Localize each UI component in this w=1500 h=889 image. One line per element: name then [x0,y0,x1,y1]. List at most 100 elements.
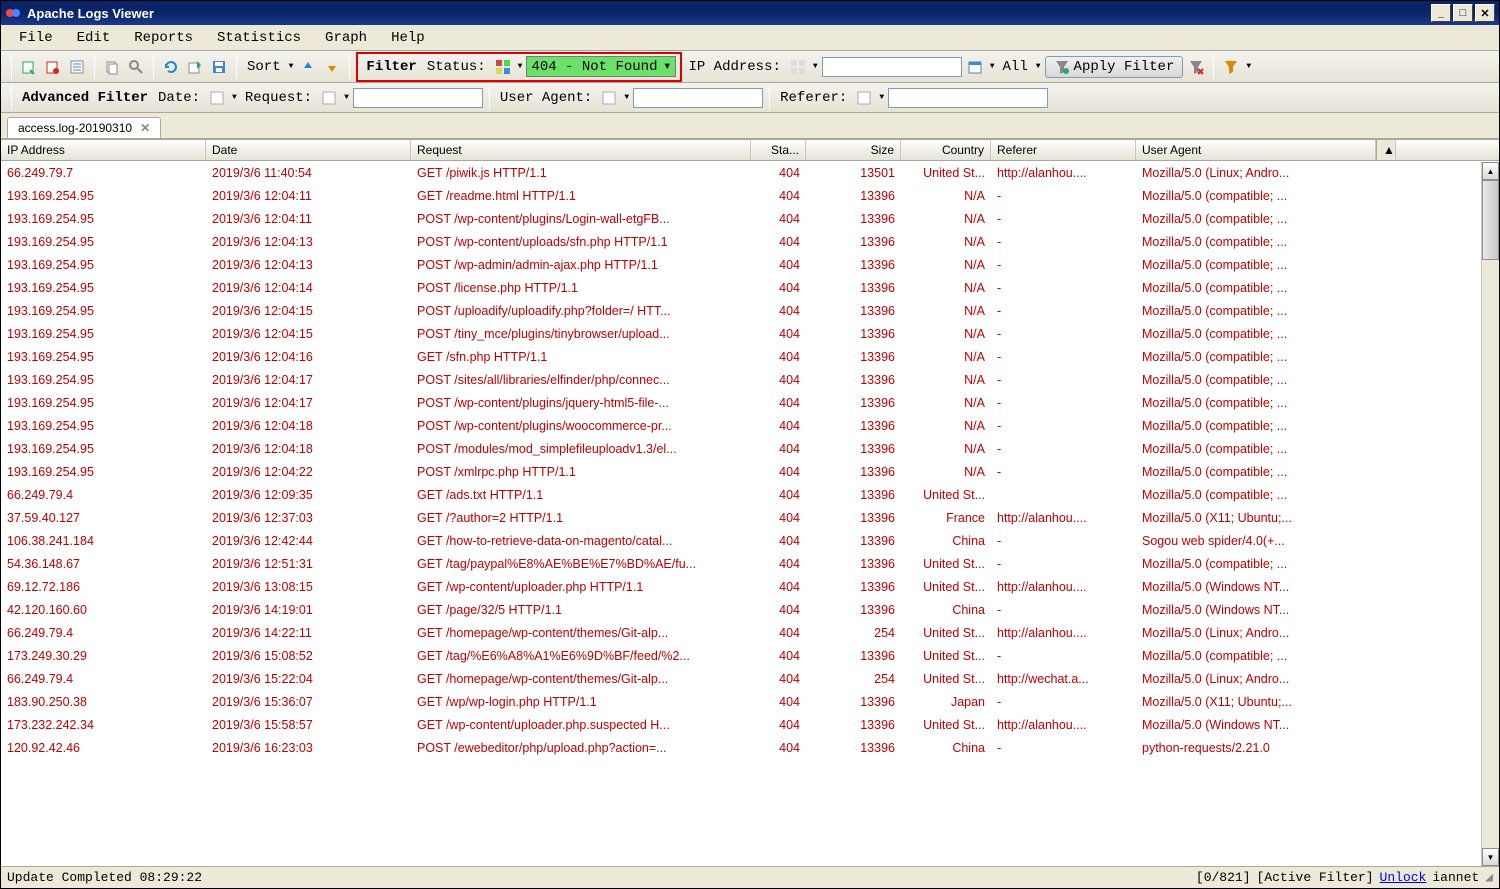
ip-color-dropdown[interactable]: ▼ [811,62,820,71]
resize-grip-icon[interactable]: ◢ [1485,870,1493,885]
table-row[interactable]: 193.169.254.952019/3/6 12:04:14POST /lic… [1,276,1499,299]
table-row[interactable]: 193.169.254.952019/3/6 12:04:18POST /mod… [1,437,1499,460]
col-header-country[interactable]: Country [901,140,991,160]
refresh-icon[interactable] [160,56,182,78]
menu-help[interactable]: Help [381,28,435,48]
col-header-referer[interactable]: Referer [991,140,1136,160]
tab-close-icon[interactable]: ✕ [140,121,150,135]
cell-ip: 66.249.79.4 [1,624,206,642]
table-row[interactable]: 193.169.254.952019/3/6 12:04:16GET /sfn.… [1,345,1499,368]
table-row[interactable]: 37.59.40.1272019/3/6 12:37:03GET /?autho… [1,506,1499,529]
af-ua-dropdown[interactable]: ▼ [622,93,631,102]
cell-country: China [901,601,991,619]
col-header-date[interactable]: Date [206,140,411,160]
table-row[interactable]: 193.169.254.952019/3/6 12:04:17POST /wp-… [1,391,1499,414]
ip-filter-input[interactable] [822,57,962,77]
af-date-icon[interactable] [206,87,228,109]
cell-ip: 193.169.254.95 [1,371,206,389]
table-row[interactable]: 66.249.79.72019/3/6 11:40:54GET /piwik.j… [1,161,1499,184]
menu-file[interactable]: File [9,28,63,48]
cell-country: N/A [901,463,991,481]
af-request-dropdown[interactable]: ▼ [342,93,351,102]
af-ua-input[interactable] [633,88,763,108]
tab-access-log[interactable]: access.log-20190310 ✕ [7,117,161,138]
table-row[interactable]: 106.38.241.1842019/3/6 12:42:44GET /how-… [1,529,1499,552]
scroll-down-button[interactable]: ▼ [1482,848,1499,866]
col-header-size[interactable]: Size [806,140,901,160]
status-color-icon[interactable] [492,56,514,78]
table-row[interactable]: 193.169.254.952019/3/6 12:04:11GET /read… [1,184,1499,207]
date-picker-icon[interactable] [964,56,986,78]
col-header-ip[interactable]: IP Address [1,140,206,160]
table-row[interactable]: 193.169.254.952019/3/6 12:04:15POST /tin… [1,322,1499,345]
sort-desc-icon[interactable] [321,56,343,78]
cell-country: N/A [901,210,991,228]
cell-useragent: Mozilla/5.0 (compatible; ... [1136,486,1376,504]
af-ua-icon[interactable] [598,87,620,109]
sort-dropdown[interactable]: ▼ [287,62,296,71]
table-row[interactable]: 193.169.254.952019/3/6 12:04:11POST /wp-… [1,207,1499,230]
open-log-icon[interactable] [18,56,40,78]
funnel-icon[interactable] [1220,56,1242,78]
table-row[interactable]: 173.249.30.292019/3/6 15:08:52GET /tag/%… [1,644,1499,667]
maximize-button[interactable]: □ [1453,4,1473,22]
table-row[interactable]: 193.169.254.952019/3/6 12:04:17POST /sit… [1,368,1499,391]
table-row[interactable]: 193.169.254.952019/3/6 12:04:22POST /xml… [1,460,1499,483]
list-icon[interactable] [66,56,88,78]
all-dropdown[interactable]: ▼ [1034,62,1043,71]
menu-reports[interactable]: Reports [124,28,203,48]
sort-asc-icon[interactable] [297,56,319,78]
af-referer-input[interactable] [888,88,1048,108]
funnel-dropdown[interactable]: ▼ [1244,62,1253,71]
col-header-status[interactable]: Sta... [751,140,806,160]
status-select[interactable]: 404 - Not Found ▾ [526,56,676,77]
close-button[interactable]: ✕ [1475,4,1495,22]
table-row[interactable]: 66.249.79.42019/3/6 12:09:35GET /ads.txt… [1,483,1499,506]
af-request-input[interactable] [353,88,483,108]
scroll-corner: ▲ [1376,140,1396,160]
cell-date: 2019/3/6 12:04:15 [206,302,411,320]
vertical-scrollbar[interactable]: ▲ ▼ [1481,162,1499,866]
af-request-icon[interactable] [318,87,340,109]
cell-referer: - [991,279,1136,297]
col-header-request[interactable]: Request [411,140,751,160]
table-row[interactable]: 54.36.148.672019/3/6 12:51:31GET /tag/pa… [1,552,1499,575]
table-row[interactable]: 183.90.250.382019/3/6 15:36:07GET /wp/wp… [1,690,1499,713]
cell-status: 404 [751,187,806,205]
scroll-thumb[interactable] [1482,180,1499,260]
menu-statistics[interactable]: Statistics [207,28,311,48]
table-row[interactable]: 193.169.254.952019/3/6 12:04:13POST /wp-… [1,230,1499,253]
status-label: Status: [423,59,490,75]
cell-referer: - [991,187,1136,205]
add-log-icon[interactable] [42,56,64,78]
scroll-up-button[interactable]: ▲ [1482,162,1499,180]
menu-graph[interactable]: Graph [315,28,377,48]
table-row[interactable]: 173.232.242.342019/3/6 15:58:57GET /wp-c… [1,713,1499,736]
table-row[interactable]: 120.92.42.462019/3/6 16:23:03POST /ewebe… [1,736,1499,759]
table-row[interactable]: 69.12.72.1862019/3/6 13:08:15GET /wp-con… [1,575,1499,598]
status-color-dropdown[interactable]: ▼ [516,62,525,71]
date-dropdown[interactable]: ▼ [988,62,997,71]
table-row[interactable]: 193.169.254.952019/3/6 12:04:18POST /wp-… [1,414,1499,437]
unlock-link[interactable]: Unlock [1380,870,1427,885]
table-row[interactable]: 193.169.254.952019/3/6 12:04:15POST /upl… [1,299,1499,322]
table-row[interactable]: 66.249.79.42019/3/6 14:22:11GET /homepag… [1,621,1499,644]
save-icon[interactable] [208,56,230,78]
ip-color-icon[interactable] [787,56,809,78]
statusbar: Update Completed 08:29:22 [0/821] [Activ… [1,866,1499,888]
apply-filter-button[interactable]: Apply Filter [1045,56,1184,78]
table-row[interactable]: 66.249.79.42019/3/6 15:22:04GET /homepag… [1,667,1499,690]
find-icon[interactable] [125,56,147,78]
col-header-useragent[interactable]: User Agent [1136,140,1376,160]
copy-icon[interactable] [101,56,123,78]
af-referer-icon[interactable] [853,87,875,109]
clear-filter-icon[interactable] [1185,56,1207,78]
af-referer-dropdown[interactable]: ▼ [877,93,886,102]
table-row[interactable]: 193.169.254.952019/3/6 12:04:13POST /wp-… [1,253,1499,276]
minimize-button[interactable]: _ [1431,4,1451,22]
af-date-dropdown[interactable]: ▼ [230,93,239,102]
table-row[interactable]: 42.120.160.602019/3/6 14:19:01GET /page/… [1,598,1499,621]
cell-country: N/A [901,440,991,458]
export-icon[interactable] [184,56,206,78]
menu-edit[interactable]: Edit [67,28,121,48]
